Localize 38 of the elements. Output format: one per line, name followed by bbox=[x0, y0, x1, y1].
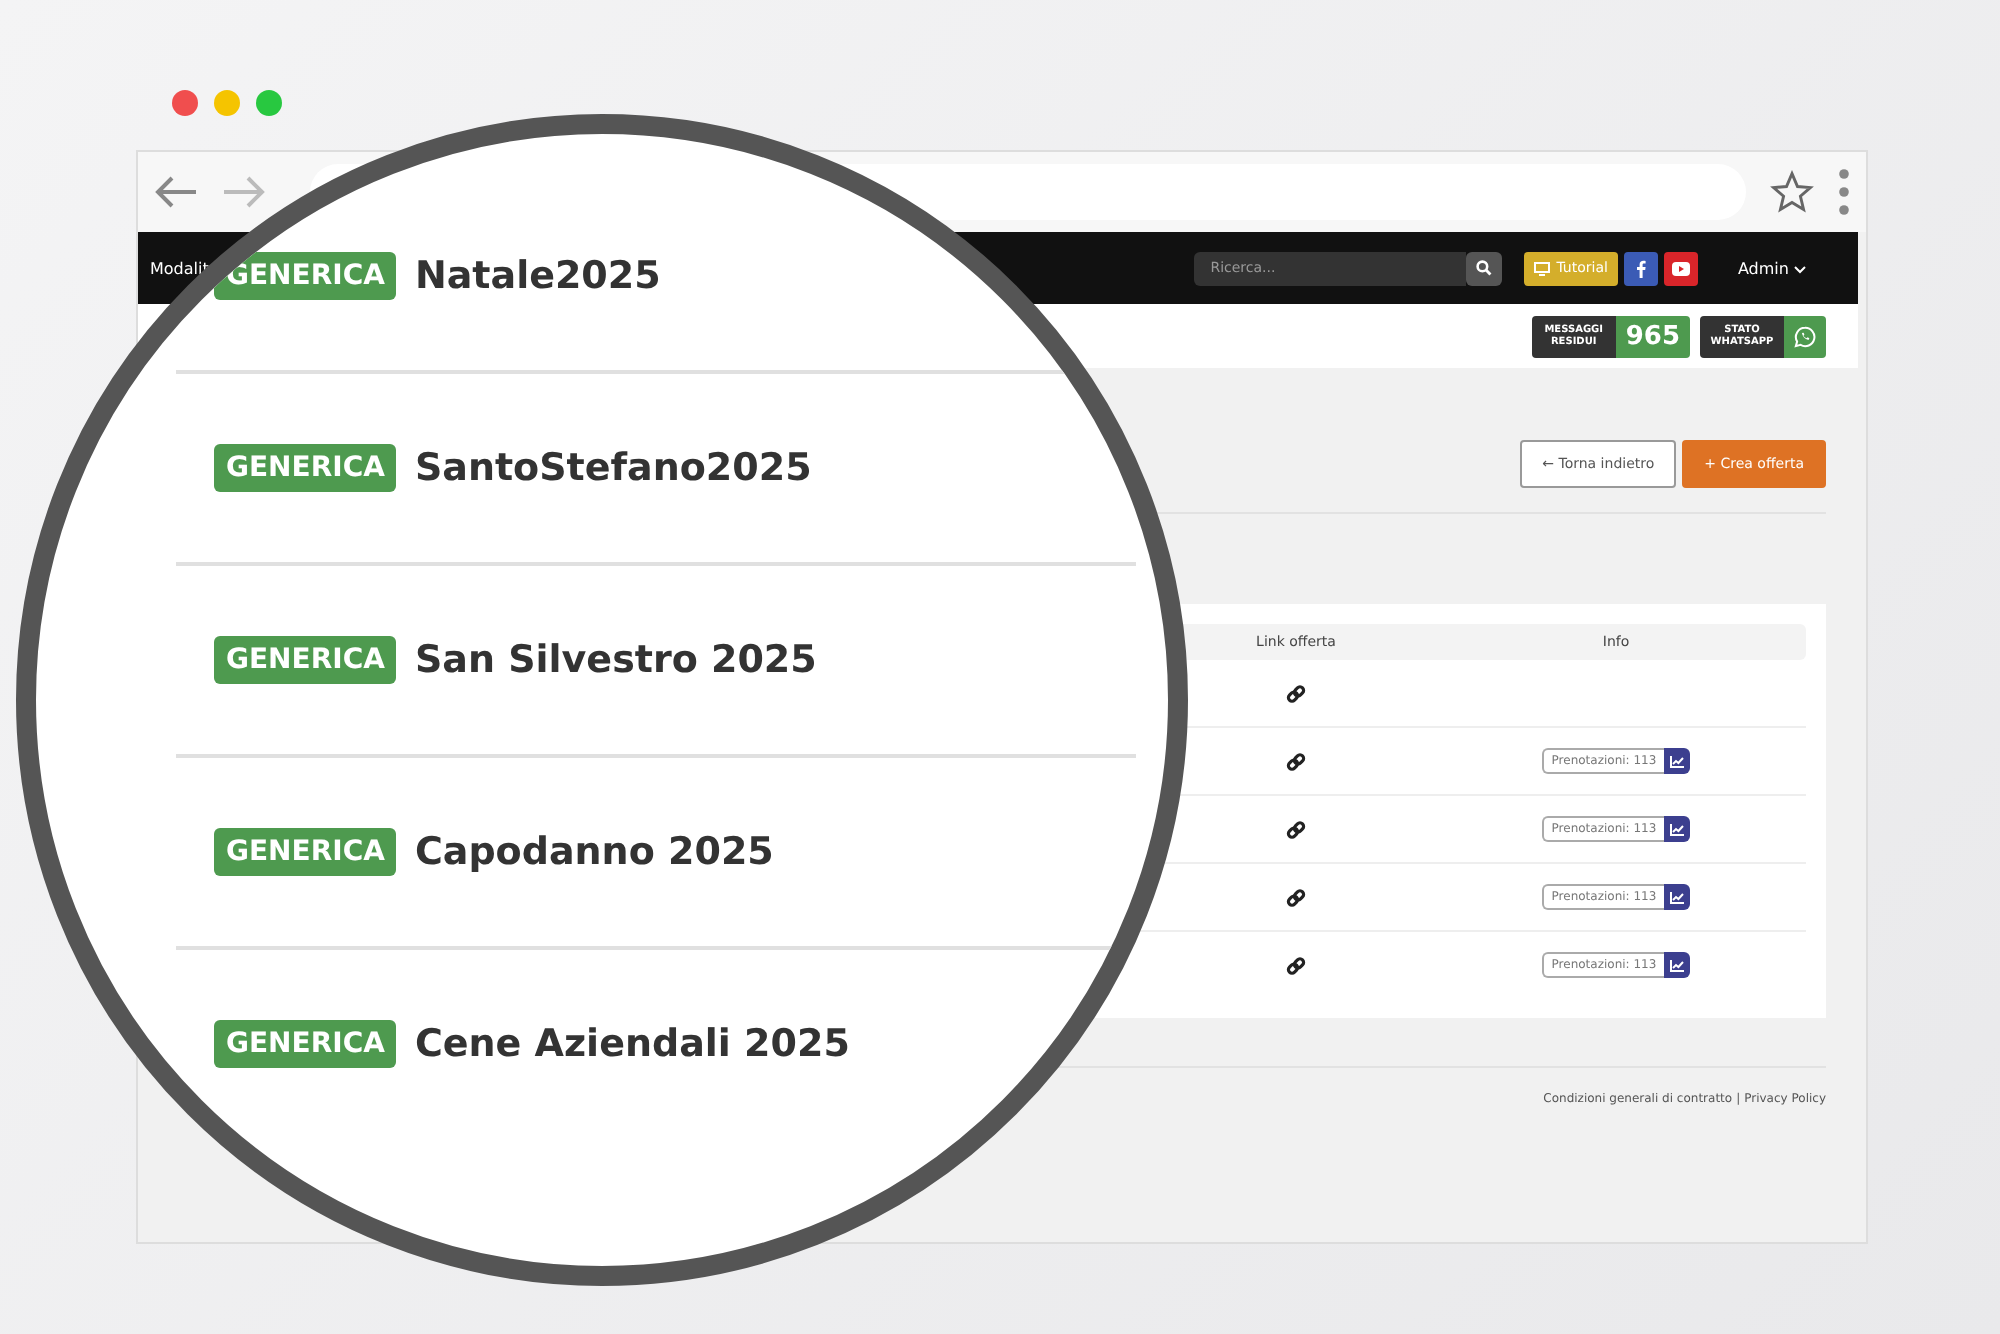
chart-icon bbox=[1670, 823, 1685, 835]
link-icon[interactable] bbox=[1286, 887, 1306, 907]
chart-icon bbox=[1670, 959, 1685, 971]
category-tag: GENERICA bbox=[214, 1020, 397, 1068]
link-icon[interactable] bbox=[1286, 955, 1306, 975]
category-tag: GENERICA bbox=[214, 252, 397, 300]
monitor-icon bbox=[1534, 261, 1551, 275]
stats-button[interactable] bbox=[1664, 884, 1691, 910]
link-icon[interactable] bbox=[1286, 819, 1306, 839]
category-tag: GENERICA bbox=[214, 636, 397, 684]
stats-button[interactable] bbox=[1664, 952, 1691, 978]
play-icon bbox=[1671, 261, 1690, 275]
user-menu[interactable]: Admin bbox=[1725, 257, 1818, 279]
link-icon[interactable] bbox=[1286, 751, 1306, 771]
offer-name: Natale2025 bbox=[414, 254, 661, 298]
facebook-icon bbox=[1635, 259, 1646, 277]
offer-name: Cene Aziendali 2025 bbox=[414, 1022, 850, 1066]
offer-name: SantoStefano2025 bbox=[414, 446, 812, 490]
chart-icon bbox=[1670, 891, 1685, 903]
close-window-icon[interactable] bbox=[172, 90, 198, 116]
messages-count: 965 bbox=[1615, 315, 1690, 357]
whatsapp-icon bbox=[1794, 325, 1816, 347]
stats-button[interactable] bbox=[1664, 816, 1691, 842]
offer-name: Capodanno 2025 bbox=[414, 830, 774, 874]
chevron-down-icon bbox=[1794, 265, 1806, 273]
category-tag: GENERICA bbox=[214, 444, 397, 492]
star-icon[interactable] bbox=[1770, 170, 1814, 214]
facebook-button[interactable] bbox=[1623, 251, 1658, 285]
youtube-button[interactable] bbox=[1663, 251, 1698, 285]
category-tag: GENERICA bbox=[214, 828, 397, 876]
chart-icon bbox=[1670, 755, 1685, 767]
offer-name: San Silvestro 2025 bbox=[414, 638, 817, 682]
search-icon[interactable] bbox=[1476, 260, 1493, 276]
menu-icon[interactable] bbox=[1838, 168, 1850, 216]
link-icon[interactable] bbox=[1286, 683, 1306, 703]
stats-button[interactable] bbox=[1664, 748, 1691, 774]
back-arrow-icon[interactable] bbox=[154, 176, 198, 208]
nav-menu-item[interactable]: Modalit bbox=[150, 259, 209, 277]
